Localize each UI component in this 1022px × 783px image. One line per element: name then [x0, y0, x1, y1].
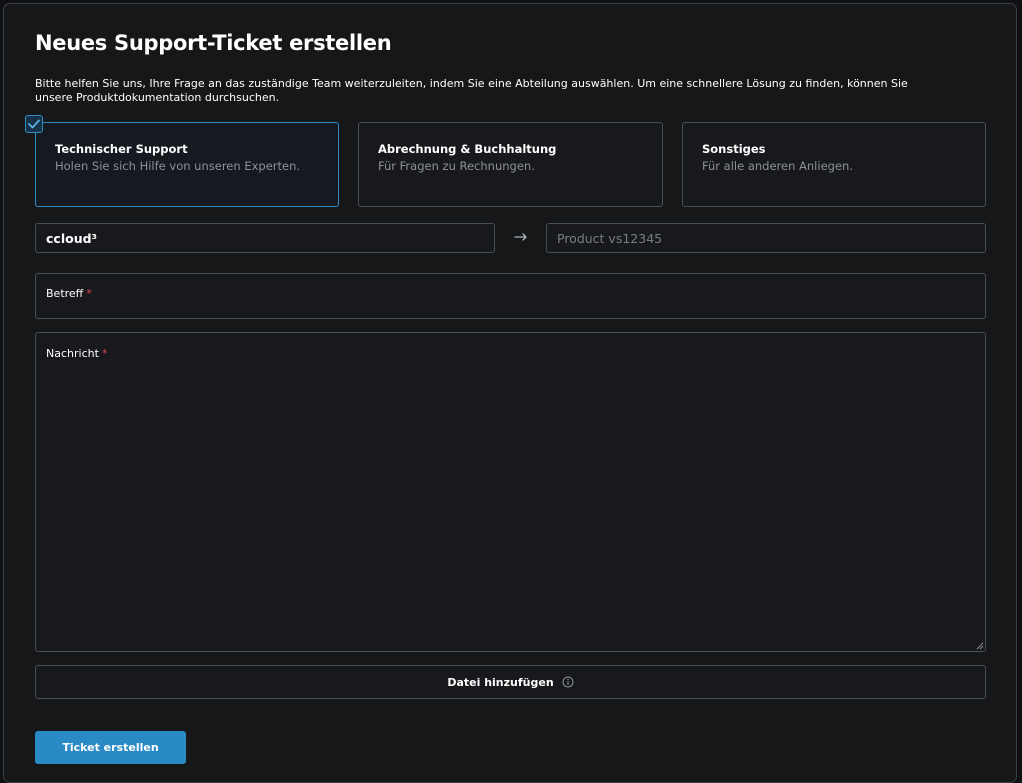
department-title: Sonstiges — [702, 142, 766, 156]
department-title: Abrechnung & Buchhaltung — [378, 142, 557, 156]
intro-text: Bitte helfen Sie uns, Ihre Frage an das … — [35, 77, 908, 104]
required-marker: * — [86, 287, 92, 300]
department-card-technical-support[interactable]: Technischer Support Holen Sie sich Hilfe… — [35, 122, 339, 207]
resize-handle-icon[interactable] — [975, 641, 984, 650]
product-select[interactable]: ccloud³ — [35, 223, 495, 253]
add-file-button[interactable]: Datei hinzufügen — [35, 665, 986, 699]
department-description: Für Fragen zu Rechnungen. — [378, 159, 535, 173]
checkmark-icon — [25, 115, 43, 133]
arrow-right-icon — [512, 229, 530, 247]
department-card-other[interactable]: Sonstiges Für alle anderen Anliegen. — [682, 122, 986, 207]
add-file-label: Datei hinzufügen — [447, 675, 554, 689]
department-description: Holen Sie sich Hilfe von unseren Experte… — [55, 159, 301, 173]
create-ticket-button[interactable]: Ticket erstellen — [35, 731, 186, 764]
subject-label: Betreff * — [46, 287, 92, 300]
message-label: Nachricht * — [46, 347, 108, 360]
product-select-value: ccloud³ — [46, 231, 98, 246]
department-description: Für alle anderen Anliegen. — [702, 159, 853, 173]
info-icon[interactable] — [562, 676, 574, 688]
department-card-billing[interactable]: Abrechnung & Buchhaltung Für Fragen zu R… — [358, 122, 663, 207]
message-field[interactable]: Nachricht * — [35, 332, 986, 652]
subject-field[interactable]: Betreff * — [35, 273, 986, 319]
required-marker: * — [101, 347, 108, 360]
page-title: Neues Support-Ticket erstellen — [35, 31, 392, 55]
department-title: Technischer Support — [55, 142, 188, 156]
product-id-input[interactable] — [546, 223, 986, 253]
